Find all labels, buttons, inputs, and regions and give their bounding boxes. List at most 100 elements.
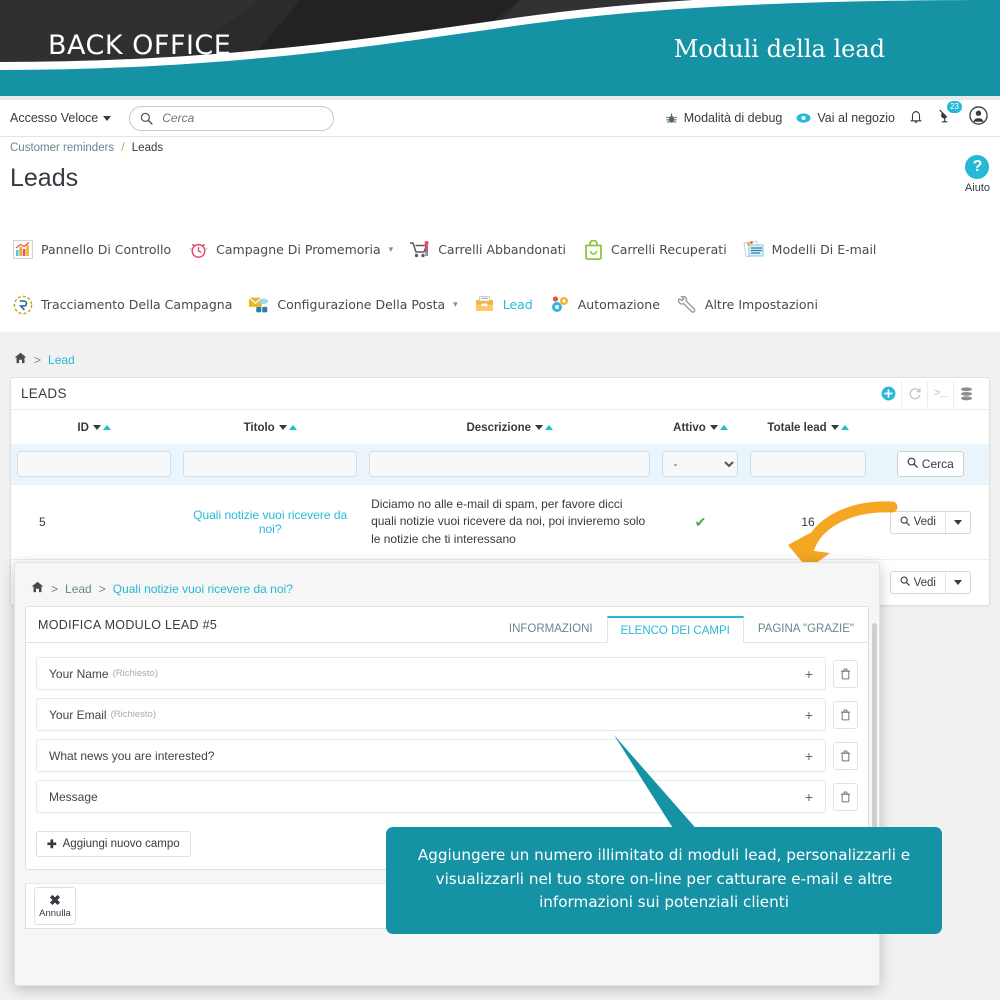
add-new-button[interactable] [875,381,901,407]
table-row[interactable]: 5 Quali notizie vuoi ricevere da noi? Di… [11,485,989,560]
search-icon [907,457,918,471]
satellite-icon[interactable]: 23 [937,107,955,129]
cell-actions: Vedi [872,560,989,606]
go-to-shop-label: Vai al negozio [817,111,895,125]
list-item[interactable]: Message + [36,780,858,813]
col-header-actions [872,410,989,444]
trash-icon[interactable] [833,660,858,688]
plus-icon: ✚ [47,837,57,851]
nav-item-mail-config[interactable]: Configurazione Della Posta ▾ [244,294,469,316]
overlay-breadcrumb: > Lead > Quali notizie vuoi ricevere da … [15,563,879,606]
col-header-totale[interactable]: Totale lead [744,410,871,444]
overlay-breadcrumb-current[interactable]: Quali notizie vuoi ricevere da noi? [113,582,293,596]
filter-input-id[interactable] [17,451,171,477]
nav-item-email-templates[interactable]: Modelli Di E-mail [739,239,889,261]
sort-desc-icon[interactable] [831,425,839,430]
trash-icon[interactable] [833,701,858,729]
overlay-title: MODIFICA MODULO LEAD #5 [38,618,217,642]
expand-plus-icon[interactable]: + [805,707,813,723]
admin-topbar: Accesso Veloce Modalità di debug Vai al … [0,100,1000,137]
search-input[interactable] [162,111,323,125]
sort-asc-icon[interactable] [720,425,728,430]
cancel-button[interactable]: ✖ Annulla [34,887,76,925]
expand-plus-icon[interactable]: + [805,748,813,764]
go-to-shop-button[interactable]: Vai al negozio [796,111,895,125]
sort-desc-icon[interactable] [535,425,543,430]
col-header-descrizione[interactable]: Descrizione [363,410,656,444]
bell-icon[interactable] [909,109,923,128]
cell-attivo: ✔ [656,485,744,560]
nav-item-recovered-carts[interactable]: Carrelli Recuperati [578,239,739,261]
col-header-attivo[interactable]: Attivo [656,410,744,444]
sort-asc-icon[interactable] [545,425,553,430]
panel-breadcrumb-lead[interactable]: Lead [48,353,75,367]
email-template-icon [743,239,765,261]
home-icon[interactable] [31,581,44,596]
eye-icon [796,112,811,124]
campaign-tracking-icon [12,294,34,316]
trash-icon[interactable] [833,742,858,770]
banner-right-title: Moduli della lead [674,35,885,63]
add-new-field-button[interactable]: ✚ Aggiungi nuovo campo [36,831,191,857]
field-box[interactable]: Your Name (Richiesto) + [36,657,826,690]
nav-item-lead[interactable]: Lead [470,294,545,316]
nav-label-lead: Lead [503,297,533,312]
debug-mode-label: Modalità di debug [684,111,783,125]
page-title: Leads [0,154,1000,193]
filter-cell-search: Cerca [872,444,989,485]
expand-plus-icon[interactable]: + [805,666,813,682]
chevron-down-icon[interactable] [945,512,970,533]
tab-elenco-dei-campi[interactable]: ELENCO DEI CAMPI [607,616,744,643]
filter-input-totale[interactable] [750,451,865,477]
nav-item-abandoned-carts[interactable]: Carrelli Abbandonati [405,239,578,261]
nav-item-automation[interactable]: Automazione [545,294,672,316]
sort-desc-icon[interactable] [710,425,718,430]
mail-config-icon [248,294,270,316]
nav-item-campaign-tracking[interactable]: Tracciamento Della Campagna [8,294,244,316]
tab-pagina-grazie[interactable]: PAGINA "GRAZIE" [744,615,868,642]
page-header: Customer reminders / Leads Leads ? Aiuto [0,137,1000,193]
help-button[interactable]: ? Aiuto [965,155,990,194]
chevron-down-icon[interactable] [945,572,970,593]
search-box[interactable] [129,106,334,131]
nav-item-other-settings[interactable]: Altre Impostazioni [672,294,830,316]
home-icon[interactable] [14,352,27,367]
breadcrumb-parent[interactable]: Customer reminders [10,142,114,154]
filter-cell-titolo [177,444,363,485]
overlay-breadcrumb-lead[interactable]: Lead [65,582,92,596]
expand-plus-icon[interactable]: + [805,789,813,805]
sort-desc-icon[interactable] [279,425,287,430]
debug-mode-button[interactable]: Modalità di debug [665,111,783,125]
field-box[interactable]: Your Email (Richiesto) + [36,698,826,731]
sort-asc-icon[interactable] [289,425,297,430]
list-item[interactable]: Your Email (Richiesto) + [36,698,858,731]
bug-icon [665,112,678,125]
col-header-id[interactable]: ID [11,410,177,444]
database-button[interactable] [953,381,979,407]
avatar[interactable] [969,106,988,130]
chevron-down-icon[interactable]: ▾ [389,244,394,255]
nav-item-reminder-campaigns[interactable]: Campagne Di Promemoria ▾ [183,239,405,261]
lead-title-link[interactable]: Quali notizie vuoi ricevere da noi? [193,508,347,536]
view-button[interactable]: Vedi [891,572,945,593]
field-list: Your Name (Richiesto) + Your Email (Rich… [26,643,868,825]
search-filter-button[interactable]: Cerca [897,451,964,477]
quick-access-menu[interactable]: Accesso Veloce [10,111,111,125]
col-header-titolo[interactable]: Titolo [177,410,363,444]
view-button[interactable]: Vedi [891,512,945,533]
chevron-down-icon[interactable]: ▾ [453,299,458,310]
sort-desc-icon[interactable] [93,425,101,430]
filter-input-titolo[interactable] [183,451,357,477]
terminal-button[interactable]: >_ [927,381,953,407]
trash-icon[interactable] [833,783,858,811]
filter-input-descrizione[interactable] [369,451,650,477]
tab-informazioni[interactable]: INFORMAZIONI [495,615,607,642]
sort-asc-icon[interactable] [103,425,111,430]
list-item[interactable]: Your Name (Richiesto) + [36,657,858,690]
sort-asc-icon[interactable] [841,425,849,430]
nav-item-dashboard[interactable]: Pannello Di Controllo [8,239,183,261]
refresh-button[interactable] [901,381,927,407]
gears-icon [549,294,571,316]
list-item[interactable]: What news you are interested? + [36,739,858,772]
filter-select-attivo[interactable]: - Sì No [662,451,738,477]
